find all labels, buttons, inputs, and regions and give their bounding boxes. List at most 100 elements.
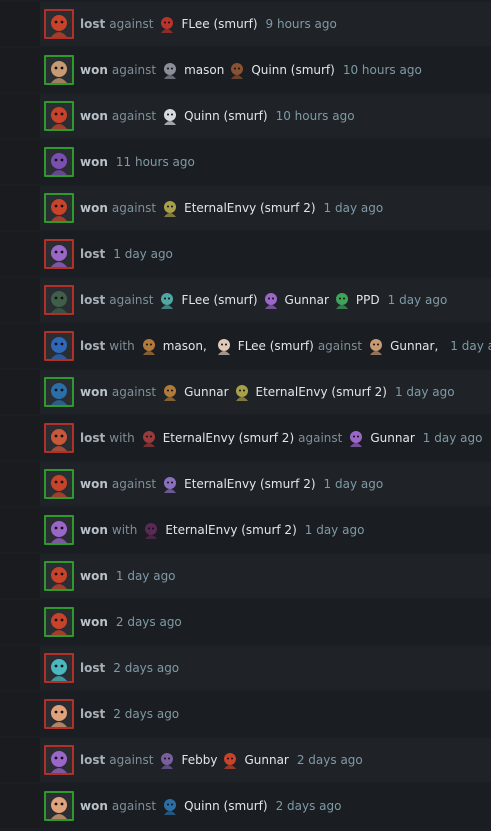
feed-line: won against Quinn (smurf) 10 hours ago [80,107,355,125]
player-name[interactable]: EternalEnvy (smurf 2) [163,431,294,445]
player-link[interactable]: Gunnar [161,383,229,401]
player-link[interactable]: PPD [333,291,380,309]
comma-separator: , [202,339,207,353]
player-name[interactable]: Quinn (smurf) [184,799,267,813]
player-link[interactable]: EternalEnvy (smurf 2) [140,429,294,447]
hero-spiky-beast-icon [142,339,155,355]
player-name[interactable]: Febby [181,753,217,767]
comma-separator: , [434,339,439,353]
row-gutter [0,278,40,322]
player-name[interactable]: Quinn (smurf) [251,63,334,77]
hero-violet-assassin-icon[interactable] [44,745,74,775]
player-link[interactable]: EternalEnvy (smurf 2) [233,383,387,401]
timestamp: 11 hours ago [115,155,195,169]
result-label: won [80,615,108,629]
player-name[interactable]: Gunnar [370,431,414,445]
player-name[interactable]: mason [184,63,224,77]
hero-white-rabbit-icon [164,109,177,125]
hero-monkey-king-icon[interactable] [44,423,74,453]
hero-spiky-beast-icon [164,385,177,401]
hero-violet-assassin-icon[interactable] [44,515,74,545]
hero-cyan-horned-icon[interactable] [44,653,74,683]
hero-blonde-crystal-icon[interactable] [44,699,74,729]
player-link[interactable]: Quinn (smurf) [161,107,268,125]
hero-blonde-crystal-icon[interactable] [44,791,74,821]
player-name[interactable]: FLee (smurf) [181,17,257,31]
hero-violet-assassin-icon[interactable] [44,239,74,269]
hero-violet-assassin-icon [350,431,363,447]
hero-red-armor-icon[interactable] [44,193,74,223]
player-name[interactable]: FLee (smurf) [238,339,314,353]
hero-red-armor-icon[interactable] [44,607,74,637]
feed-row: won against Quinn (smurf) 2 days ago [0,784,491,828]
hero-blue-dragon-icon[interactable] [44,331,74,361]
player-link[interactable]: Quinn (smurf) [161,797,268,815]
player-name[interactable]: Gunnar [285,293,329,307]
row-gutter [0,94,40,138]
row-gutter [0,232,40,276]
player-name[interactable]: FLee (smurf) [181,293,257,307]
player-name[interactable]: Gunnar [244,753,288,767]
hero-red-armor-icon[interactable] [44,561,74,591]
player-name[interactable]: mason [163,339,203,353]
timestamp: 10 hours ago [342,63,422,77]
timestamp: 1 day ago [450,339,491,353]
result-label: lost [80,661,106,675]
feed-row: won against Quinn (smurf) 10 hours ago [0,94,491,138]
player-name[interactable]: Quinn (smurf) [184,109,267,123]
timestamp: 1 day ago [323,477,384,491]
player-link[interactable]: FLee (smurf) [158,15,258,33]
hero-green-turtle-icon [335,293,348,309]
player-name[interactable]: EternalEnvy (smurf 2) [256,385,387,399]
feed-line: lost 2 days ago [80,661,179,675]
player-name[interactable]: Gunnar [390,339,434,353]
row-gutter [0,48,40,92]
hero-bald-warrior-icon[interactable] [44,55,74,85]
player-link[interactable]: EternalEnvy (smurf 2) [142,521,297,539]
player-link[interactable]: Gunnar, [367,337,442,355]
row-gutter [0,186,40,230]
hero-violet-assassin-icon [264,293,277,309]
hero-red-armor-icon[interactable] [44,9,74,39]
row-gutter [0,554,40,598]
player-link[interactable]: mason [161,61,224,79]
feed-line: won against mason Quinn (smurf) 10 hours ago [80,61,422,79]
row-gutter [0,508,40,552]
row-gutter [0,462,40,506]
hero-dark-reaper-icon[interactable] [44,285,74,315]
feed-row: won against EternalEnvy (smurf 2) 1 day ago [0,462,491,506]
player-name[interactable]: Gunnar [184,385,228,399]
feed-row: lost with mason, FLee (smurf) against Gunnar,… [0,324,491,368]
feed-row: won 1 day ago [0,554,491,598]
hero-red-armor-icon[interactable] [44,101,74,131]
player-name[interactable]: EternalEnvy (smurf 2) [184,201,315,215]
player-link[interactable]: Gunnar [262,291,329,309]
player-name[interactable]: EternalEnvy (smurf 2) [184,477,315,491]
feed-row: lost 2 days ago [0,646,491,690]
feed-row: lost against Febby Gunnar 2 days ago [0,738,491,782]
feed-row: won against Gunnar EternalEnvy (smurf 2) 1 d… [0,370,491,414]
player-link[interactable]: mason, [140,337,211,355]
player-link[interactable]: FLee (smurf) [215,337,314,355]
player-link[interactable]: EternalEnvy (smurf 2) [161,199,316,217]
timestamp: 2 days ago [296,753,363,767]
connector-text: against [298,431,343,445]
player-name[interactable]: PPD [356,293,380,307]
result-label: won [80,63,108,77]
player-link[interactable]: Gunnar [347,429,415,447]
feed-line: lost with mason, FLee (smurf) against Gunnar,… [80,337,491,355]
hero-purple-mage-icon[interactable] [44,147,74,177]
hero-red-armor-icon[interactable] [44,469,74,499]
player-name[interactable]: EternalEnvy (smurf 2) [165,523,296,537]
player-link[interactable]: Febby [158,751,217,769]
result-label: won [80,477,108,491]
feed-row: won 2 days ago [0,600,491,644]
feed-line: lost 1 day ago [80,247,173,261]
player-link[interactable]: Gunnar [221,751,289,769]
player-link[interactable]: Quinn (smurf) [228,61,335,79]
match-feed: lost against FLee (smurf) 9 hours ago won aga… [0,0,491,831]
row-gutter [0,140,40,184]
player-link[interactable]: FLee (smurf) [158,291,258,309]
player-link[interactable]: EternalEnvy (smurf 2) [161,475,316,493]
hero-masked-ninja-icon[interactable] [44,377,74,407]
